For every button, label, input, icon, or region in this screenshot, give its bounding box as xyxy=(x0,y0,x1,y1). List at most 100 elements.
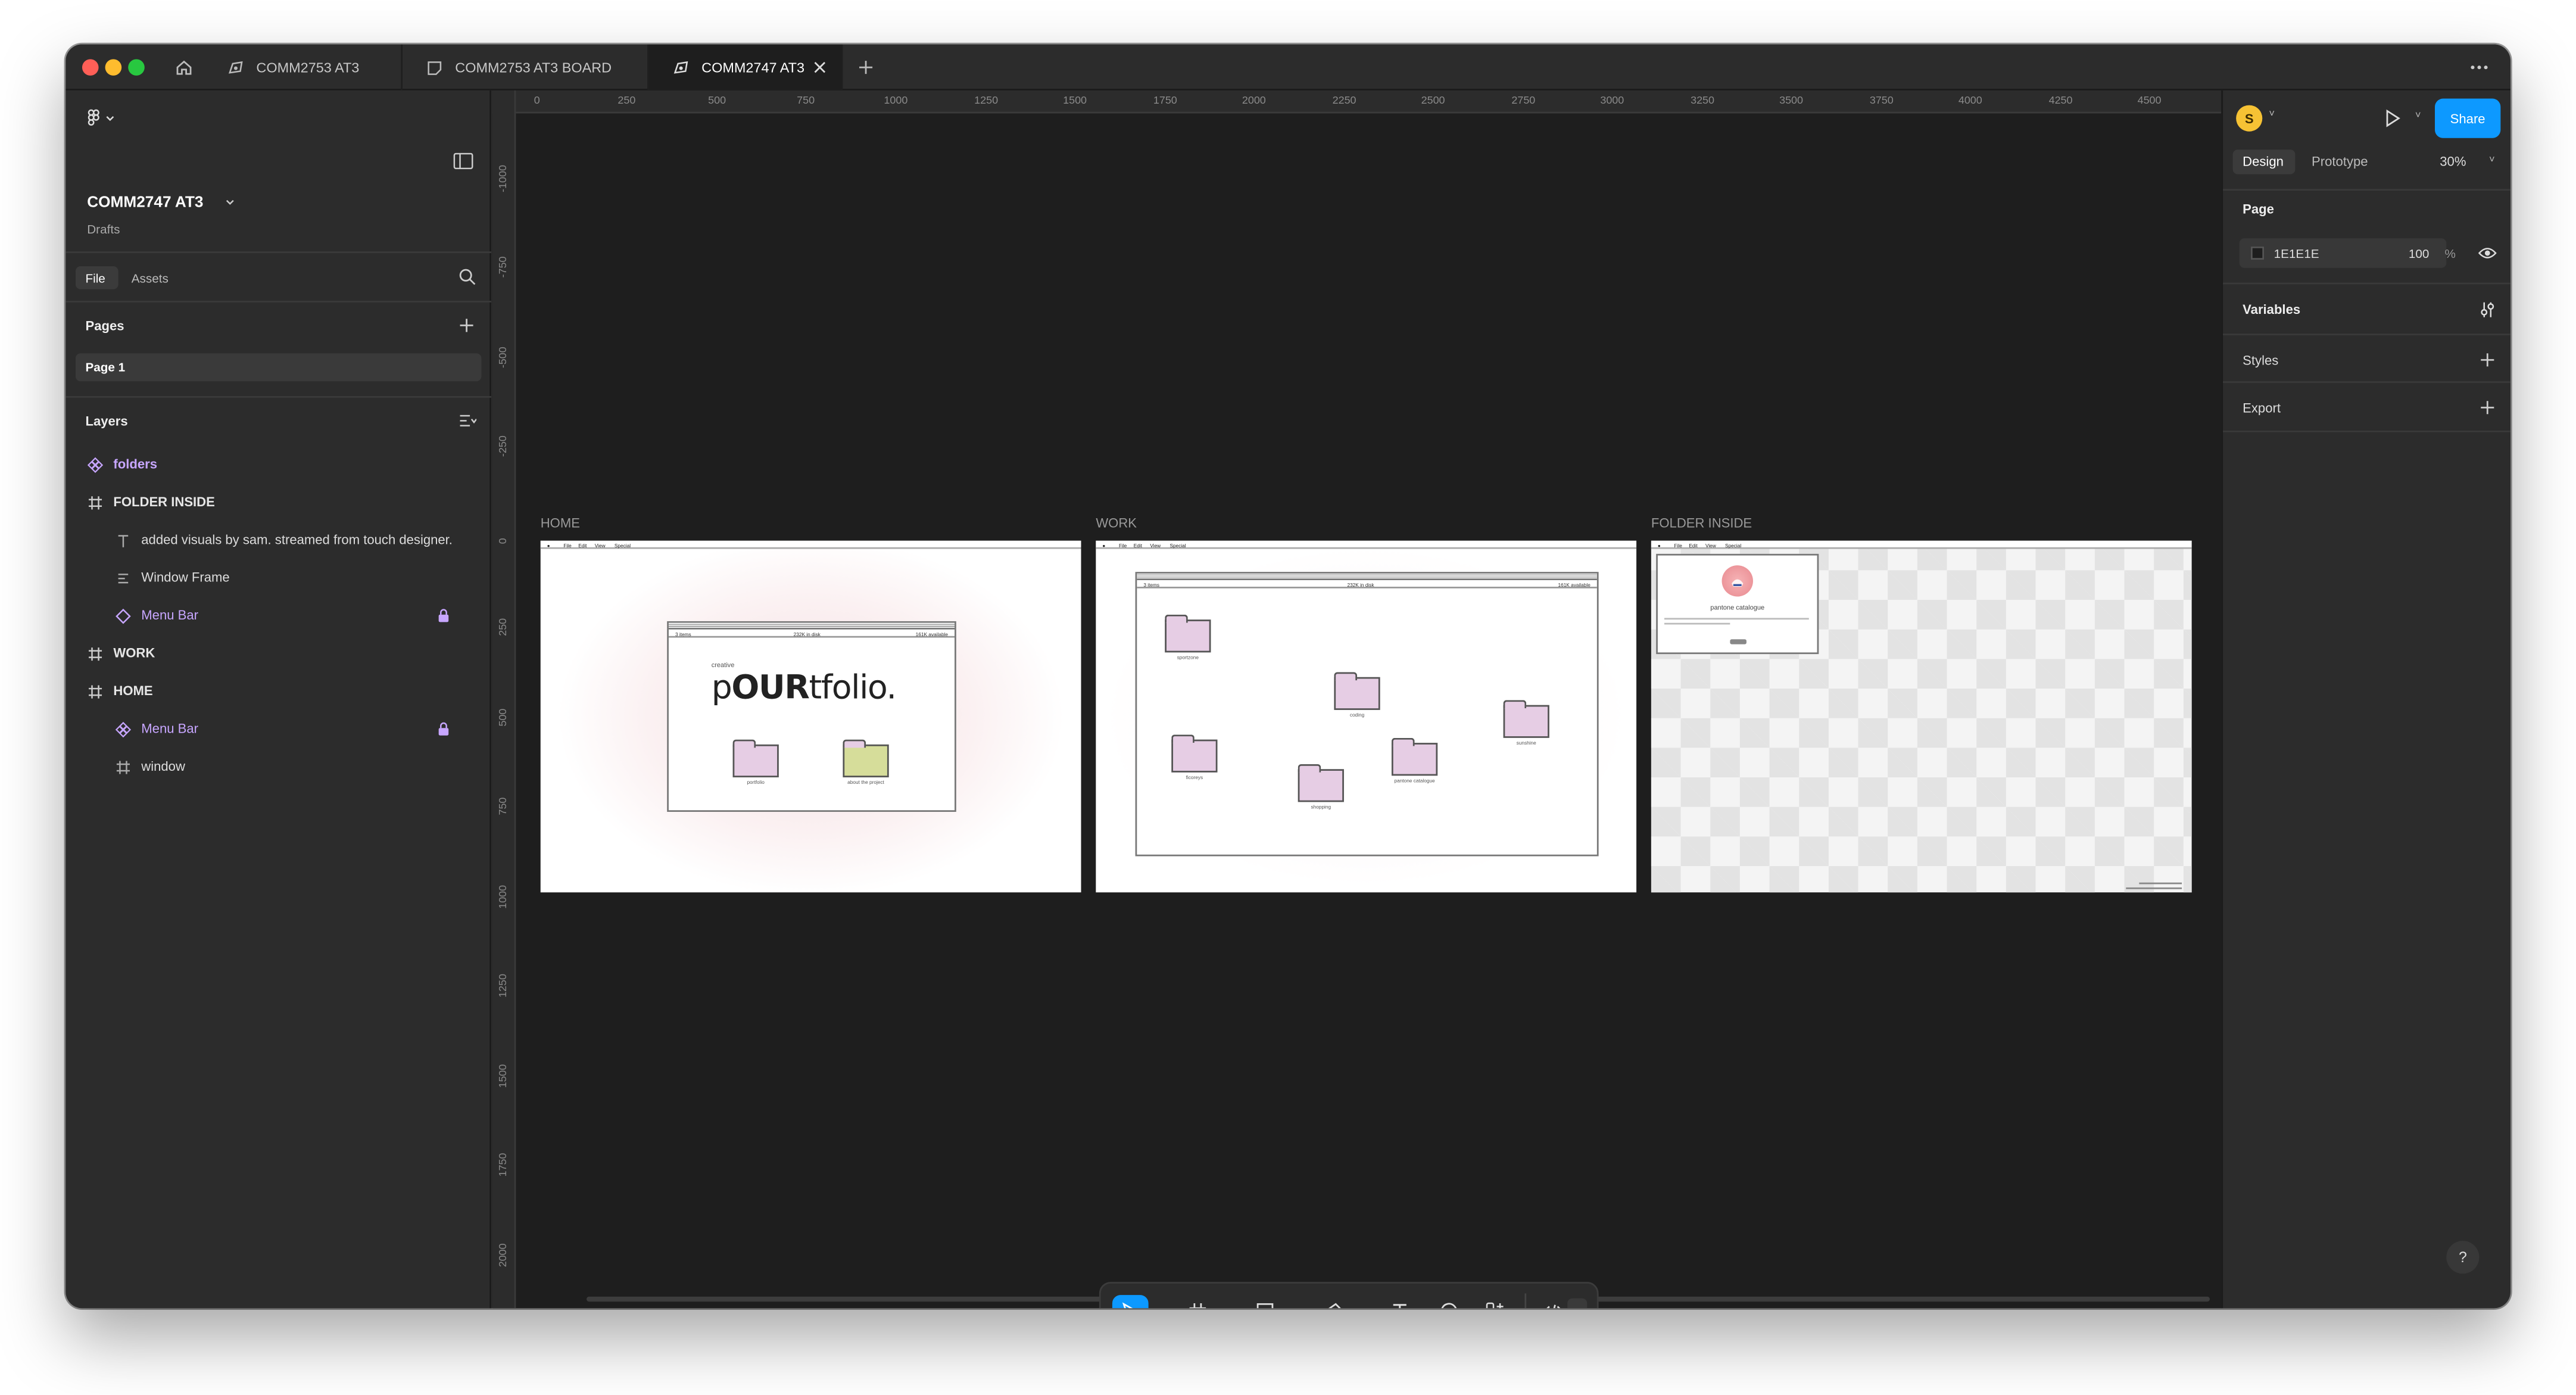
ruler-tick: -500 xyxy=(498,347,510,369)
new-tab-icon[interactable] xyxy=(856,58,875,77)
tab-assets[interactable]: Assets xyxy=(132,271,169,286)
chevron-down-icon[interactable] xyxy=(223,195,236,208)
eye-icon[interactable] xyxy=(2478,245,2497,261)
layer-work[interactable]: WORK xyxy=(66,634,491,672)
chevron-down-icon[interactable]: ˅ xyxy=(2415,112,2421,122)
variables-title: Variables xyxy=(2243,302,2301,317)
add-page-icon[interactable] xyxy=(459,317,475,334)
canvas[interactable]: 0 250 500 750 1000 1250 1500 1750 2000 2… xyxy=(492,90,2222,1309)
share-button[interactable]: Share xyxy=(2434,98,2501,138)
zoom-window-button[interactable] xyxy=(128,59,145,76)
lock-icon[interactable] xyxy=(434,719,453,739)
frame-label-folder-inside[interactable]: FOLDER INSIDE xyxy=(1651,516,1752,531)
file-location[interactable]: Drafts xyxy=(87,222,120,236)
lock-icon[interactable] xyxy=(434,606,453,625)
window-title-bar xyxy=(668,622,955,630)
toggle-sidebar-icon[interactable] xyxy=(453,152,473,170)
file-name[interactable]: COMM2747 AT3 xyxy=(87,194,203,212)
layer-label: Menu Bar xyxy=(141,608,198,623)
tab-label: COMM2753 AT3 xyxy=(256,59,360,76)
ruler-tick: 2750 xyxy=(1511,95,1536,107)
menu-item: Edit xyxy=(1689,541,1698,549)
tab-comm2753-at3-board[interactable]: COMM2753 AT3 BOARD xyxy=(403,44,649,91)
rectangle-tool-button[interactable] xyxy=(1249,1295,1281,1309)
component-icon xyxy=(113,719,133,739)
folder-label: shopping xyxy=(1311,804,1331,811)
layer-label: added visuals by sam. streamed from touc… xyxy=(141,532,453,547)
layer-folder-inside[interactable]: FOLDER INSIDE xyxy=(66,483,491,521)
color-swatch[interactable] xyxy=(2250,246,2265,260)
layer-window-frame[interactable]: Window Frame xyxy=(66,559,491,596)
search-icon[interactable] xyxy=(459,268,476,286)
page-color-hex[interactable]: 1E1E1E xyxy=(2274,247,2319,261)
zoom-level[interactable]: 30% xyxy=(2440,154,2466,169)
avatar[interactable]: S xyxy=(2236,105,2263,132)
chevron-down-icon[interactable]: ˅ xyxy=(2269,110,2275,120)
frame-folder-inside[interactable]: ● File Edit View Special pantone catalog… xyxy=(1651,540,2192,893)
layer-menu-bar-instance[interactable]: Menu Bar xyxy=(66,597,491,634)
frame-label-home[interactable]: HOME xyxy=(541,516,580,531)
folder-icon xyxy=(1503,700,1549,738)
layer-text[interactable]: added visuals by sam. streamed from touc… xyxy=(66,521,491,559)
tab-comm2753-at3[interactable]: COMM2753 AT3 xyxy=(204,44,403,91)
pen-tool-button[interactable] xyxy=(1316,1295,1349,1309)
layer-window[interactable]: window xyxy=(66,748,491,785)
move-tool-button[interactable] xyxy=(1112,1295,1149,1309)
add-style-icon[interactable] xyxy=(2479,351,2496,368)
frame-icon xyxy=(113,757,133,777)
folder-icon xyxy=(1171,734,1218,773)
chevron-down-icon[interactable]: ˅ xyxy=(2489,156,2495,166)
menu-item: Edit xyxy=(1133,541,1143,549)
ruler-tick: 3000 xyxy=(1600,95,1624,107)
add-export-icon[interactable] xyxy=(2479,399,2496,416)
frame-home[interactable]: ● File Edit View Special 3 items 232K in… xyxy=(540,540,1081,893)
menu-item: Special xyxy=(1170,541,1186,549)
figma-menu-icon[interactable] xyxy=(85,108,118,128)
ruler-top: 0 250 500 750 1000 1250 1500 1750 2000 2… xyxy=(492,90,2222,114)
home-icon[interactable] xyxy=(174,58,194,77)
page-color-opacity[interactable]: 100 xyxy=(2409,247,2430,261)
more-options-icon[interactable] xyxy=(2468,61,2491,74)
dev-mode-toggle[interactable] xyxy=(1567,1298,1588,1309)
title-part: p xyxy=(711,667,732,707)
close-window-button[interactable] xyxy=(82,59,99,76)
layer-options-icon[interactable] xyxy=(459,413,477,429)
tab-prototype[interactable]: Prototype xyxy=(2312,154,2368,169)
menu-bar: ● File Edit View Special xyxy=(540,540,1081,549)
minimize-window-button[interactable] xyxy=(105,59,122,76)
pantone-image xyxy=(1722,565,1753,597)
divider xyxy=(2223,282,2510,285)
layer-label: folders xyxy=(113,457,157,472)
present-play-icon[interactable] xyxy=(2382,108,2402,128)
ruler-tick: 2250 xyxy=(1332,95,1356,107)
page-item-page-1[interactable] xyxy=(75,353,482,382)
menu-item: Edit xyxy=(578,541,587,549)
divider xyxy=(2223,334,2510,335)
frame-work[interactable]: ● File Edit View Special 3 items 232K in… xyxy=(1096,540,1637,893)
menu-item: File xyxy=(1674,541,1682,549)
tab-comm2747-at3[interactable]: COMM2747 AT3 xyxy=(648,44,843,91)
comment-tool-button[interactable] xyxy=(1431,1295,1464,1309)
layer-folders[interactable]: folders xyxy=(66,446,491,483)
ruler-tick: 250 xyxy=(618,95,636,107)
component-icon xyxy=(85,454,105,474)
window-info-bar: 3 items 232K in disk 161K available xyxy=(668,630,955,638)
variables-settings-icon[interactable] xyxy=(2478,301,2497,319)
close-tab-icon[interactable] xyxy=(812,59,828,76)
ruler-tick: 4250 xyxy=(2048,95,2073,107)
folder-label: coding xyxy=(1349,711,1365,718)
ruler-tick: 1750 xyxy=(1153,95,1177,107)
frame-tool-button[interactable] xyxy=(1181,1295,1214,1309)
frame-label-work[interactable]: WORK xyxy=(1096,516,1137,531)
layer-home[interactable]: HOME xyxy=(66,672,491,709)
layer-label: Window Frame xyxy=(141,570,230,586)
dev-mode-button[interactable] xyxy=(1536,1295,1569,1309)
layer-menu-bar-component[interactable]: Menu Bar xyxy=(66,710,491,748)
text-tool-button[interactable] xyxy=(1383,1295,1416,1309)
actions-tool-button[interactable] xyxy=(1479,1295,1511,1309)
styles-title: Styles xyxy=(2243,353,2279,369)
help-button[interactable]: ? xyxy=(2446,1241,2480,1274)
tab-design[interactable]: Design xyxy=(2243,154,2284,169)
tab-file[interactable]: File xyxy=(85,271,105,286)
ruler-tick: 3750 xyxy=(1869,95,1894,107)
